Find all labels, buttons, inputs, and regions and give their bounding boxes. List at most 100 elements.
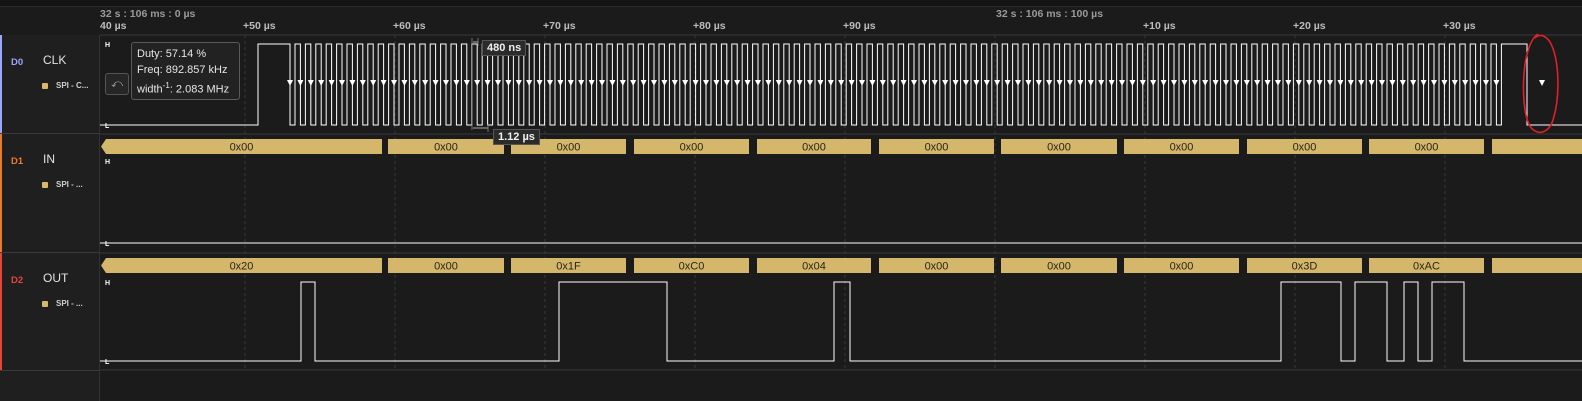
sample-arrow-icon xyxy=(380,80,387,86)
sample-arrow-icon xyxy=(1212,80,1219,86)
decoded-byte-label: 0x00 xyxy=(1047,142,1071,154)
decoded-byte-label: 0xC0 xyxy=(679,261,705,273)
decoded-byte-label: 0x00 xyxy=(1293,142,1317,154)
sample-arrow-icon xyxy=(505,80,512,86)
sample-arrow-icon xyxy=(297,80,304,86)
duty-text: Duty: 57.14 % xyxy=(137,48,207,60)
sample-arrow-icon xyxy=(422,80,429,86)
sample-arrow-icon xyxy=(1410,80,1417,86)
sample-arrow-icon xyxy=(432,80,439,86)
sample-arrow-icon xyxy=(786,80,793,86)
sample-arrow-icon xyxy=(921,80,928,86)
width-text: width-1: 2.083 MHz xyxy=(137,81,230,96)
decoded-byte-label: 0xAC xyxy=(1413,261,1440,273)
sample-arrow-icon xyxy=(651,80,657,86)
sample-arrow-icon xyxy=(952,80,959,86)
sample-arrow-icon xyxy=(307,80,314,86)
sample-arrow-icon xyxy=(796,80,803,86)
sample-arrow-icon xyxy=(827,80,834,86)
sample-arrow-icon xyxy=(1129,80,1136,86)
sample-arrow-icon xyxy=(817,80,824,86)
out-decode-row[interactable]: 0x20 0x00 0x1F 0xC0 0x04 0x00 0x00 0x00 0x3D 0xAC xyxy=(101,258,1582,273)
sample-arrow-icon xyxy=(630,80,637,86)
decoded-byte-label: 0x00 xyxy=(1170,142,1194,154)
sample-arrow-icon xyxy=(723,80,730,86)
sample-arrow-icon xyxy=(359,80,366,86)
sample-arrow-icon xyxy=(1275,80,1281,86)
sample-arrow-icon xyxy=(1181,80,1188,86)
sample-arrow-icon xyxy=(765,80,772,86)
sample-arrow-icon xyxy=(661,80,668,86)
sample-arrow-icon xyxy=(1358,80,1365,86)
sample-arrow-icon xyxy=(1035,80,1042,86)
sample-arrow-icon xyxy=(370,80,377,86)
sample-arrow-icon xyxy=(1191,80,1198,86)
sample-arrow-icon xyxy=(963,80,969,86)
sample-arrow-icon xyxy=(1493,80,1500,86)
decoded-byte-label: 0x00 xyxy=(802,142,826,154)
sample-arrow-icon xyxy=(1087,80,1094,86)
freq-text: Freq: 892.857 kHz xyxy=(137,64,228,76)
level-label: H xyxy=(105,159,110,166)
sample-arrow-icon xyxy=(484,80,491,86)
sample-arrow-icon xyxy=(1462,80,1469,86)
pulse-width-measurement: 480 ns xyxy=(482,40,527,56)
sample-arrow-icon xyxy=(1004,80,1011,86)
sample-arrow-icon xyxy=(1171,80,1177,86)
sample-arrow-icon xyxy=(1025,80,1032,86)
sample-arrow-icon xyxy=(1539,80,1545,86)
decoded-byte-label: 0x20 xyxy=(230,261,254,273)
sample-arrow-icon xyxy=(838,80,845,86)
sample-arrow-icon xyxy=(318,80,325,86)
sample-arrow-icon xyxy=(1441,80,1448,86)
clk-waveform[interactable] xyxy=(100,43,1582,126)
level-label: H xyxy=(105,42,110,49)
sample-arrow-icon xyxy=(1119,80,1125,86)
sample-arrow-icon xyxy=(1254,80,1261,86)
clock-stats-tooltip: Duty: 57.14 % Freq: 892.857 kHz width-1:… xyxy=(131,42,240,100)
period-measurement: 1.12 µs xyxy=(493,129,540,145)
sample-arrow-icon xyxy=(640,80,647,86)
sample-arrow-icon xyxy=(1285,80,1292,86)
sample-arrow-icon xyxy=(911,80,917,86)
sample-arrow-icon xyxy=(463,80,470,86)
out-waveform[interactable] xyxy=(100,281,1582,362)
sample-arrow-icon xyxy=(1347,80,1354,86)
sample-arrow-icon xyxy=(942,80,949,86)
tooltip-toggle-icon[interactable]: ⤺ xyxy=(105,73,129,95)
sample-arrow-icon xyxy=(578,80,585,86)
sample-arrow-icon xyxy=(339,80,345,86)
decoded-byte-label: 0x04 xyxy=(802,261,826,273)
sample-arrow-icon xyxy=(1431,80,1437,86)
decoded-byte-label: 0x00 xyxy=(925,261,949,273)
sample-arrow-icon xyxy=(1306,80,1313,86)
sample-arrow-icon xyxy=(1077,80,1084,86)
sample-arrow-icon xyxy=(973,80,980,86)
sample-arrow-icon xyxy=(391,80,397,86)
sample-arrow-icon xyxy=(495,80,501,86)
sample-arrow-icon xyxy=(1067,80,1073,86)
sample-arrow-icon xyxy=(1202,80,1209,86)
sample-arrow-icon xyxy=(807,80,813,86)
sample-arrow-icon xyxy=(443,80,449,86)
decoded-byte-label: 0x00 xyxy=(1170,261,1194,273)
sample-arrow-icon xyxy=(547,80,553,86)
decoded-byte-frame xyxy=(1492,258,1582,273)
sample-arrow-icon xyxy=(567,80,574,86)
in-decode-row[interactable]: 0x00 0x00 0x00 0x00 0x00 0x00 0x00 0x00 0x00 0x00 xyxy=(101,139,1582,154)
sample-arrow-icon xyxy=(1399,80,1406,86)
decoded-byte-label: 0x00 xyxy=(1415,142,1439,154)
sample-arrow-icon xyxy=(682,80,689,86)
sample-arrow-icon xyxy=(900,80,907,86)
sample-arrow-icon xyxy=(526,80,533,86)
level-label: H xyxy=(105,280,110,287)
sample-arrow-icon xyxy=(1389,80,1396,86)
sample-arrow-icon xyxy=(1337,80,1344,86)
sample-arrow-icon xyxy=(744,80,751,86)
decoded-byte-label: 0x00 xyxy=(434,261,458,273)
decoded-byte-label: 0x00 xyxy=(680,142,704,154)
sample-arrow-icon xyxy=(775,80,782,86)
sample-arrow-icon xyxy=(557,80,564,86)
sample-arrow-icon xyxy=(931,80,938,86)
sample-arrow-icon xyxy=(890,80,897,86)
